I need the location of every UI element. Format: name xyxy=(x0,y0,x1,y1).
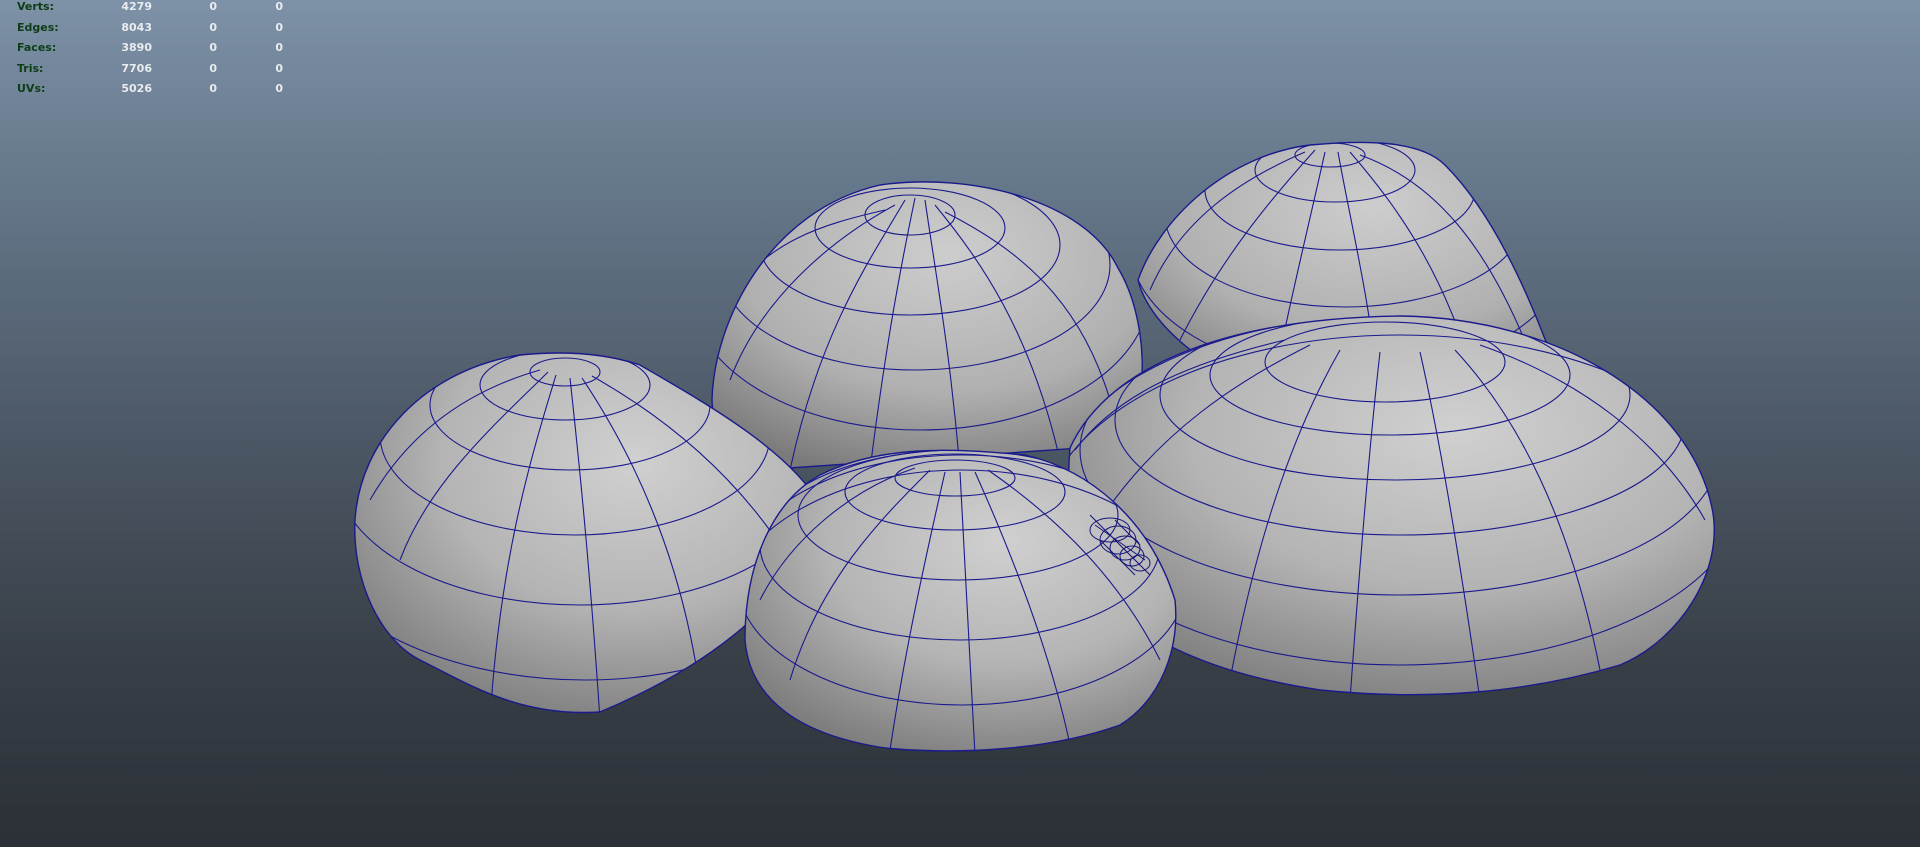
3d-viewport[interactable]: Verts: 4279 0 0 Edges: 8043 0 0 Faces: 3… xyxy=(0,0,1920,847)
wireframe-scene[interactable] xyxy=(0,0,1920,847)
rock-mesh-1[interactable] xyxy=(690,150,1150,471)
